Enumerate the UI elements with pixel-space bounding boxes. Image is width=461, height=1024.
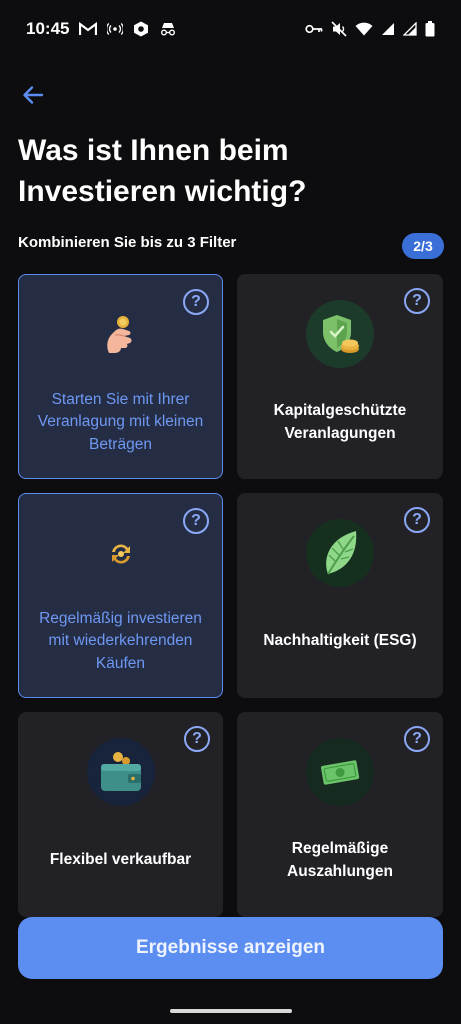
help-icon[interactable]: ? (404, 288, 430, 314)
status-time: 10:45 (26, 19, 70, 38)
filter-card-recurring[interactable]: ? Regelmäßig investieren mit wiederkehre… (18, 493, 223, 698)
help-icon[interactable]: ? (183, 289, 209, 315)
wallet-icon (86, 738, 155, 806)
show-results-button[interactable]: Ergebnisse anzeigen (18, 917, 443, 979)
filter-card-label: Flexibel verkaufbar (49, 851, 192, 869)
filter-card-flexible[interactable]: ? Flexibel verkaufbar (18, 712, 223, 917)
filter-card-payouts[interactable]: ? Regelmäßige Auszahlungen (237, 712, 443, 917)
wifi-icon (355, 22, 373, 36)
hand-coin-icon (87, 301, 155, 369)
app-icon (133, 21, 149, 37)
gmail-icon (79, 22, 98, 36)
status-left: 10:45 (26, 19, 177, 39)
battery-icon (425, 21, 435, 37)
key-icon (305, 24, 323, 34)
leaf-icon (306, 519, 374, 587)
filter-card-capital-protected[interactable]: ? Kapitalgeschützte Veranlagungen (237, 274, 443, 479)
arrow-left-icon (23, 86, 44, 104)
shield-coins-icon (306, 300, 374, 368)
filter-hint: Kombinieren Sie bis zu 3 Filter (18, 234, 237, 251)
signal-icon-2 (403, 22, 417, 36)
filter-card-label: Regelmäßige Auszahlungen (287, 840, 393, 880)
filter-card-label: Nachhaltigkeit (ESG) (263, 632, 417, 650)
status-right (305, 21, 435, 37)
home-indicator[interactable] (170, 1009, 292, 1013)
status-bar: 10:45 (0, 0, 461, 58)
step-badge: 2/3 (402, 233, 444, 259)
help-icon[interactable]: ? (404, 726, 430, 752)
mute-icon (331, 21, 347, 37)
banknote-icon (306, 738, 374, 806)
recurring-coins-icon (87, 520, 155, 588)
page-title: Was ist Ihnen beim Investieren wichtig? (18, 134, 307, 208)
help-icon[interactable]: ? (404, 507, 430, 533)
radio-icon (107, 23, 124, 35)
help-icon[interactable]: ? (183, 508, 209, 534)
filter-grid: ? Starten Sie mit Ihrer Veranlagung mit … (18, 274, 443, 917)
filter-card-label: Regelmäßig investieren mit wiederkehrend… (39, 609, 202, 672)
filter-card-label: Starten Sie mit Ihrer Veranlagung mit kl… (37, 390, 204, 453)
filter-card-esg[interactable]: ? Nachhaltigkeit (ESG) (237, 493, 443, 698)
back-button[interactable] (18, 80, 48, 110)
filter-card-small-amounts[interactable]: ? Starten Sie mit Ihrer Veranlagung mit … (18, 274, 223, 479)
incognito-icon (159, 22, 177, 36)
signal-icon (381, 22, 395, 36)
help-icon[interactable]: ? (184, 726, 210, 752)
filter-card-label: Kapitalgeschützte Veranlagungen (273, 402, 407, 442)
